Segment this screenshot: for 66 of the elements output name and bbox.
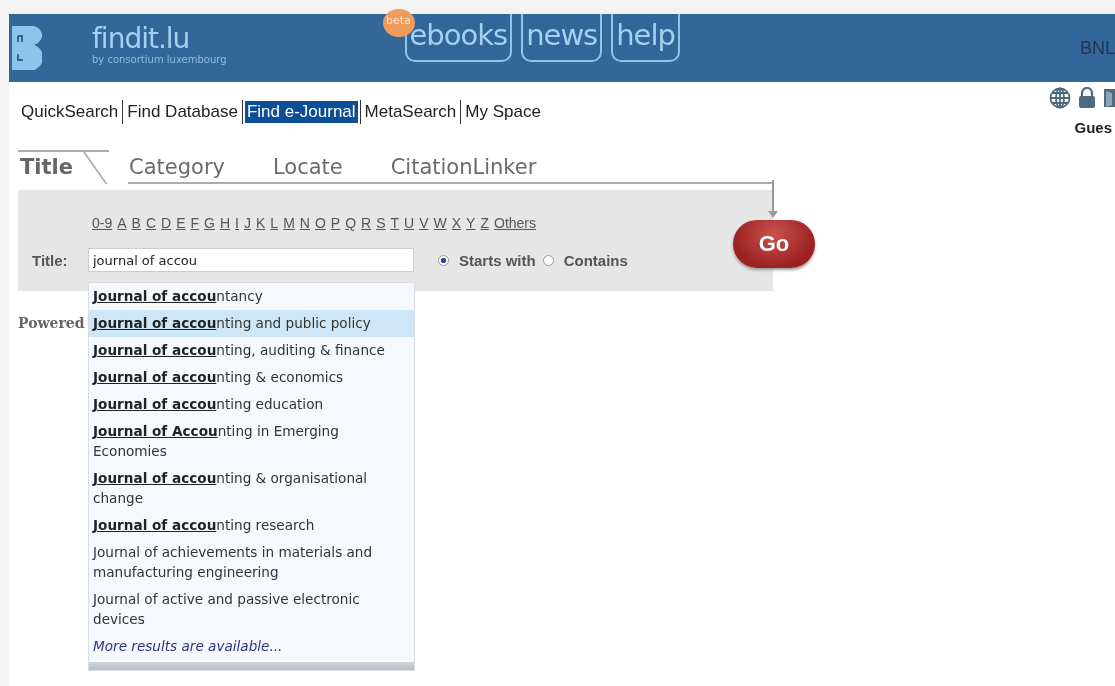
nav-link[interactable]: MetaSearch xyxy=(362,101,459,123)
radio-label: Contains xyxy=(563,251,628,269)
radio-button[interactable] xyxy=(542,254,554,266)
letter-link[interactable]: B xyxy=(131,215,141,231)
suggestion-item[interactable]: Journal of accounting & economics xyxy=(89,364,414,391)
letter-link[interactable]: T xyxy=(390,215,400,231)
suggestion-item[interactable]: Journal of accounting & organisational change xyxy=(89,465,414,512)
letter-link[interactable]: D xyxy=(161,215,172,231)
search-tab[interactable]: Title xyxy=(18,150,109,184)
suggestion-item[interactable]: Journal of active and passive electronic devices xyxy=(89,586,414,633)
site-logo[interactable]: findit.lu xyxy=(92,22,227,56)
search-tab[interactable]: Category xyxy=(109,152,253,184)
more-results-link[interactable]: More results are available... xyxy=(89,633,414,662)
lock-icon[interactable] xyxy=(1078,87,1096,109)
nav-link[interactable]: My Space xyxy=(463,101,543,123)
radio-button[interactable] xyxy=(438,254,449,266)
letter-link[interactable]: A xyxy=(117,215,127,231)
nav-link[interactable]: QuickSearch xyxy=(19,101,121,123)
letter-link[interactable]: X xyxy=(451,215,462,231)
radio-label: Starts with xyxy=(459,251,536,269)
letter-link[interactable]: L xyxy=(270,215,279,231)
search-tab[interactable]: CitationLinker xyxy=(370,152,565,184)
letter-link[interactable]: V xyxy=(419,215,429,231)
letter-link[interactable]: R xyxy=(361,215,372,231)
door-icon[interactable] xyxy=(1103,87,1115,109)
letter-link[interactable]: Z xyxy=(480,215,489,231)
letter-link[interactable]: Y xyxy=(466,215,476,231)
header-tab[interactable]: news xyxy=(521,14,603,62)
tagline: by consortium luxembourg xyxy=(92,54,227,65)
letter-link[interactable]: W xyxy=(433,215,447,231)
letter-link[interactable]: F xyxy=(190,215,200,231)
letter-link[interactable]: I xyxy=(235,215,239,231)
letter-link[interactable]: K xyxy=(256,215,266,231)
letter-link[interactable]: E xyxy=(176,215,186,231)
institution-label: BNL xyxy=(1080,38,1115,59)
go-button[interactable]: Go xyxy=(733,220,815,268)
letter-link[interactable]: P xyxy=(330,215,341,231)
suggestion-item[interactable]: Journal of accounting education xyxy=(89,391,414,418)
letter-link[interactable]: U xyxy=(404,215,415,231)
suggestion-item[interactable]: Journal of accounting and public policy xyxy=(89,310,414,337)
suggestion-item[interactable]: Journal of accountancy xyxy=(89,283,414,310)
letter-link[interactable]: C xyxy=(145,215,157,231)
title-input[interactable]: journal of accou xyxy=(88,248,414,272)
letter-link[interactable]: N xyxy=(299,215,310,231)
letter-link[interactable]: Q xyxy=(345,215,357,231)
search-tab[interactable]: Locate xyxy=(252,152,371,184)
suggestion-item[interactable]: Journal of accounting, auditing & finance xyxy=(89,337,414,364)
letter-link[interactable]: J xyxy=(244,215,251,231)
nav-link[interactable]: Find Database xyxy=(125,101,240,123)
letter-link[interactable]: Others xyxy=(494,215,537,231)
field-label: Title: xyxy=(32,251,69,269)
logo-icon xyxy=(12,26,42,70)
nav-link[interactable]: Find e-Journal xyxy=(244,101,358,123)
letter-link[interactable]: S xyxy=(376,215,386,231)
letter-link[interactable]: G xyxy=(204,215,215,231)
letter-link[interactable]: O xyxy=(314,215,326,231)
suggestion-item[interactable]: Journal of accounting research xyxy=(89,512,414,539)
globe-icon[interactable] xyxy=(1049,87,1071,109)
letter-link[interactable]: M xyxy=(283,215,295,231)
letter-link[interactable]: H xyxy=(219,215,231,231)
suggestion-item[interactable]: Journal of achievements in materials and manufacturing engineering xyxy=(89,539,414,586)
letter-link[interactable]: 0-9 xyxy=(92,215,113,231)
suggestion-item[interactable]: Journal of Accounting in Emerging Economies xyxy=(89,418,414,465)
connector-arrow xyxy=(767,180,779,220)
user-name: Gues xyxy=(1074,119,1112,136)
header-tab[interactable]: help xyxy=(611,14,680,62)
